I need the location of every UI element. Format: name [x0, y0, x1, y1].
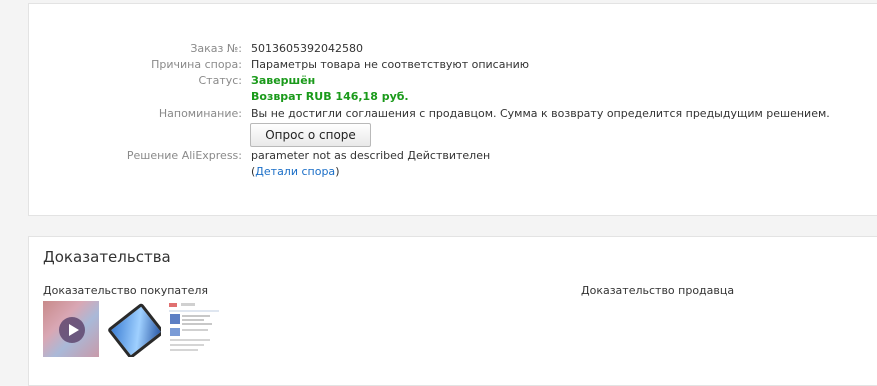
reason-label: Причина спора:: [151, 58, 242, 71]
order-screenshot-image: [169, 303, 219, 351]
dispute-survey-button[interactable]: Опрос о споре: [250, 123, 371, 147]
status-row: Статус: Завершён: [29, 74, 859, 88]
reminder-value: Вы не достигли соглашения с продавцом. С…: [251, 107, 830, 120]
buyer-evidence-screenshot-thumbnail[interactable]: [167, 301, 223, 357]
evidence-title: Доказательства: [43, 248, 171, 266]
details-row: (Детали спора): [29, 165, 859, 179]
details-close-paren: ): [335, 165, 340, 178]
decision-row: Решение AliExpress: parameter not as des…: [29, 149, 859, 163]
play-icon: [59, 317, 85, 343]
order-label: Заказ №:: [190, 42, 242, 55]
reminder-row: Напоминание: Вы не достигли соглашения с…: [29, 107, 859, 121]
dispute-details-link[interactable]: Детали спора: [255, 165, 335, 178]
decision-value: parameter not as described Действителен: [251, 149, 491, 162]
reminder-label: Напоминание:: [158, 107, 242, 120]
status-value: Завершён: [251, 74, 316, 87]
order-number: 5013605392042580: [251, 42, 363, 55]
seller-evidence-label: Доказательство продавца: [581, 284, 735, 297]
order-row: Заказ №: 5013605392042580: [29, 42, 859, 56]
reason-value: Параметры товара не соответствуют описан…: [251, 58, 530, 71]
status-label: Статус:: [198, 74, 242, 87]
refund-amount: Возврат RUB 146,18 руб.: [251, 90, 409, 103]
refund-row: Возврат RUB 146,18 руб.: [29, 90, 859, 104]
buyer-evidence-video-thumbnail[interactable]: [43, 301, 99, 357]
buyer-evidence-label: Доказательство покупателя: [43, 284, 208, 297]
evidence-panel: Доказательства Доказательство покупателя…: [28, 236, 877, 386]
buyer-evidence-photo-thumbnail[interactable]: [105, 301, 161, 357]
dispute-info-panel: Заказ №: 5013605392042580 Причина спора:…: [28, 3, 877, 216]
reason-row: Причина спора: Параметры товара не соотв…: [29, 58, 859, 72]
details-wrapper: (Детали спора): [251, 165, 339, 179]
tablet-image: [106, 302, 161, 357]
decision-label: Решение AliExpress:: [126, 149, 242, 162]
